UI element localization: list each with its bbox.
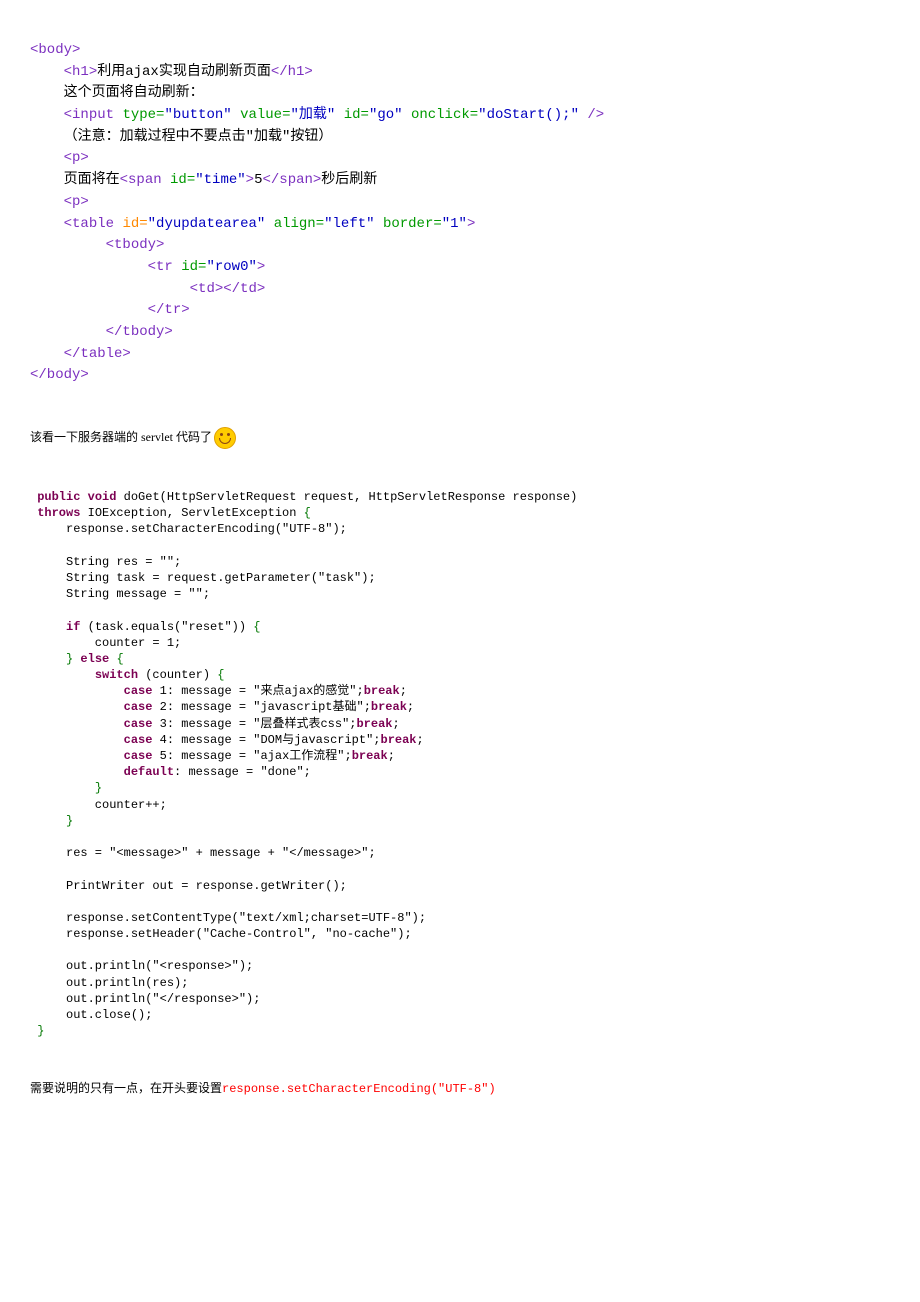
code-text: <body>	[30, 42, 80, 58]
html-code-block: <body> <h1>利用ajax实现自动刷新页面</h1> 这个页面将自动刷新…	[30, 40, 890, 387]
java-code-block: public void doGet(HttpServletRequest req…	[30, 489, 890, 1039]
caption-servlet: 该看一下服务器端的 servlet 代码了	[30, 427, 890, 449]
wink-emoji-icon	[214, 427, 236, 449]
footer-note: 需要说明的只有一点，在开头要设置response.setCharacterEnc…	[30, 1079, 890, 1096]
highlighted-code: response.setCharacterEncoding("UTF-8")	[222, 1082, 496, 1096]
